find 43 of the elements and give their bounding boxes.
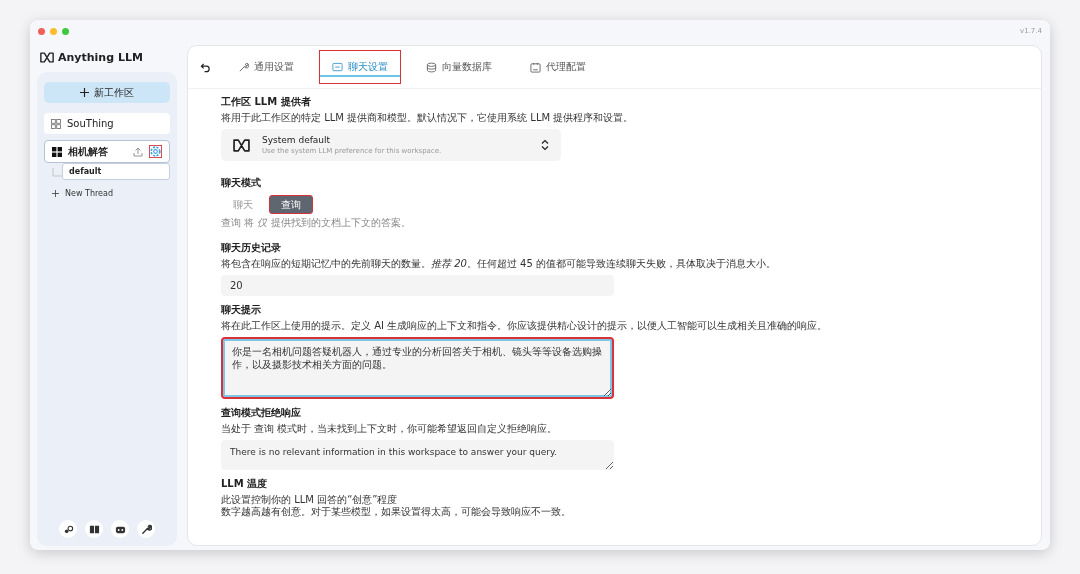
section-description: 将用于此工作区的特定 LLM 提供商和模型。默认情况下，它使用系统 LLM 提供程序和设置。: [221, 112, 634, 124]
database-icon: [426, 61, 437, 73]
new-thread-button[interactable]: New Thread: [44, 186, 121, 201]
back-icon[interactable]: [200, 61, 211, 73]
refusal-field[interactable]: There is no relevant information in this workspace to answer your query.: [221, 440, 614, 470]
chevron-up-down-icon: [541, 139, 549, 151]
provider-name: System default: [262, 135, 332, 145]
workspace-name: SouThing: [67, 118, 115, 129]
section-title: 工作区 LLM 提供者: [221, 95, 311, 109]
window-controls[interactable]: [38, 27, 69, 35]
workspace-item[interactable]: SouThing: [44, 113, 170, 134]
history-input[interactable]: 20: [221, 275, 614, 296]
upload-icon[interactable]: [133, 146, 143, 157]
app-logo-text: Anything LLM: [58, 50, 143, 64]
section-title: LLM 温度: [221, 477, 268, 491]
grid-icon: [52, 146, 62, 157]
settings-icon[interactable]: [149, 145, 162, 158]
prompt-field[interactable]: 你是一名相机问题答疑机器人，通过专业的分析回答关于相机、镜头等等设备选购操作，以及摄影技术相关方面的问题。: [221, 337, 614, 399]
section-description: 数字越高越有创意。对于某些模型，如果设置得太高，可能会导致响应不一致。: [221, 506, 571, 518]
section-title: 聊天模式: [221, 176, 261, 190]
tree-connector-icon: [52, 168, 62, 180]
thread-item[interactable]: default: [62, 163, 170, 180]
workspace-name: 相机解答: [68, 144, 109, 159]
section-title: 聊天历史记录: [221, 241, 281, 255]
section-description: 此设置控制你的 LLM 回答的“创意”程度: [221, 494, 398, 506]
logo-icon: [40, 51, 54, 63]
grid-icon: [51, 118, 61, 129]
settings-tab[interactable]: 聊天设置: [319, 50, 401, 84]
section-description: 将在此工作区上使用的提示。定义 AI 生成响应的上下文和指令。你应该提供精心设计的提示，以便人工智能可以生成相关且准确的响应。: [221, 320, 828, 332]
chat-icon: [332, 61, 343, 73]
section-title: 聊天提示: [221, 303, 261, 317]
section-description: 当处于 查询 模式时，当未找到上下文时，你可能希望返回自定义拒绝响应。: [221, 423, 558, 435]
plus-icon: [80, 88, 89, 97]
wrench-icon: [238, 61, 249, 73]
section-title: 查询模式拒绝响应: [221, 406, 301, 420]
new-workspace-button[interactable]: 新工作区: [44, 82, 170, 103]
mode-option[interactable]: 查询: [269, 195, 313, 214]
section-description: 将包含在响应的短期记忆中的先前聊天的数量。推荐 20。任何超过 45 的值都可能导致连续聊天失败，具体取决于消息大小。: [221, 258, 776, 270]
workspace-item[interactable]: 相机解答: [44, 140, 170, 163]
section-description: 查询 将 仅 提供找到的文档上下文的答案。: [221, 217, 411, 229]
logo-icon: [233, 138, 250, 152]
wrench-icon[interactable]: [137, 520, 155, 538]
plus-icon: [52, 190, 59, 197]
